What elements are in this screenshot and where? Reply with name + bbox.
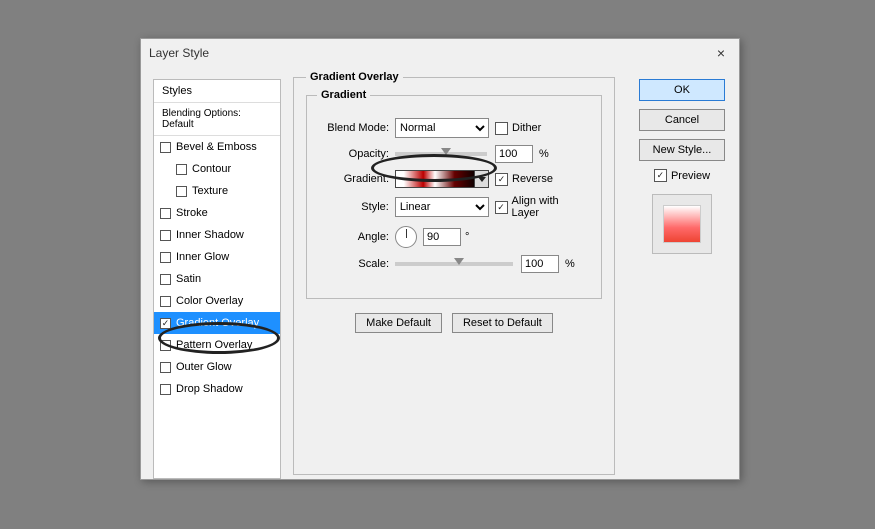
style-bevel-emboss[interactable]: Bevel & Emboss <box>154 136 280 158</box>
right-buttons: OK Cancel New Style... Preview <box>639 79 725 254</box>
titlebar: Layer Style × <box>141 39 739 67</box>
gradient-overlay-panel: Gradient Overlay Gradient Blend Mode: No… <box>293 71 615 475</box>
checkbox-icon[interactable] <box>176 186 187 197</box>
style-inner-glow[interactable]: Inner Glow <box>154 246 280 268</box>
preview-swatch-box <box>652 194 712 254</box>
gradient-preview <box>396 171 474 187</box>
checkbox-icon[interactable] <box>176 164 187 175</box>
reverse-checkbox[interactable]: Reverse <box>495 173 553 186</box>
angle-label: Angle: <box>317 231 389 243</box>
style-select[interactable]: Linear <box>395 197 489 217</box>
style-label: Style: <box>317 201 389 213</box>
inner-legend: Gradient <box>317 89 370 101</box>
dialog-title: Layer Style <box>149 46 209 60</box>
style-stroke[interactable]: Stroke <box>154 202 280 224</box>
styles-list: Styles Blending Options: Default Bevel &… <box>153 79 281 479</box>
checkbox-icon <box>495 201 508 214</box>
angle-dial[interactable] <box>395 226 417 248</box>
layer-style-dialog: Layer Style × Styles Blending Options: D… <box>140 38 740 480</box>
style-outer-glow[interactable]: Outer Glow <box>154 356 280 378</box>
preview-checkbox[interactable]: Preview <box>654 169 710 182</box>
blending-options[interactable]: Blending Options: Default <box>154 103 280 136</box>
make-default-button[interactable]: Make Default <box>355 313 442 333</box>
checkbox-icon[interactable] <box>160 208 171 219</box>
preview-swatch <box>663 205 701 243</box>
ok-button[interactable]: OK <box>639 79 725 101</box>
opacity-label: Opacity: <box>317 148 389 160</box>
style-color-overlay[interactable]: Color Overlay <box>154 290 280 312</box>
scale-slider[interactable] <box>395 262 513 266</box>
scale-label: Scale: <box>317 258 389 270</box>
chevron-down-icon[interactable] <box>474 171 488 187</box>
styles-header: Styles <box>154 80 280 103</box>
blend-mode-label: Blend Mode: <box>317 122 389 134</box>
close-icon[interactable]: × <box>711 45 731 61</box>
checkbox-icon[interactable] <box>160 274 171 285</box>
style-inner-shadow[interactable]: Inner Shadow <box>154 224 280 246</box>
checkbox-icon[interactable] <box>160 252 171 263</box>
scale-input[interactable] <box>521 255 559 273</box>
checkbox-icon[interactable] <box>160 384 171 395</box>
style-satin[interactable]: Satin <box>154 268 280 290</box>
checkbox-icon[interactable] <box>160 340 171 351</box>
dither-checkbox[interactable]: Dither <box>495 122 541 135</box>
new-style-button[interactable]: New Style... <box>639 139 725 161</box>
blend-mode-select[interactable]: Normal <box>395 118 489 138</box>
gradient-picker[interactable] <box>395 170 489 188</box>
checkbox-icon <box>654 169 667 182</box>
angle-input[interactable] <box>423 228 461 246</box>
checkbox-icon <box>495 122 508 135</box>
style-gradient-overlay[interactable]: Gradient Overlay <box>154 312 280 334</box>
checkbox-icon[interactable] <box>160 142 171 153</box>
align-checkbox[interactable]: Align with Layer <box>495 195 589 219</box>
gradient-label: Gradient: <box>317 173 389 185</box>
checkbox-icon[interactable] <box>160 318 171 329</box>
opacity-input[interactable] <box>495 145 533 163</box>
checkbox-icon <box>495 173 508 186</box>
checkbox-icon[interactable] <box>160 296 171 307</box>
cancel-button[interactable]: Cancel <box>639 109 725 131</box>
checkbox-icon[interactable] <box>160 362 171 373</box>
opacity-slider[interactable] <box>395 152 487 156</box>
checkbox-icon[interactable] <box>160 230 171 241</box>
panel-legend: Gradient Overlay <box>306 71 403 83</box>
style-contour[interactable]: Contour <box>154 158 280 180</box>
style-drop-shadow[interactable]: Drop Shadow <box>154 378 280 400</box>
reset-default-button[interactable]: Reset to Default <box>452 313 553 333</box>
gradient-group: Gradient Blend Mode: Normal Dither Opaci… <box>306 89 602 299</box>
style-texture[interactable]: Texture <box>154 180 280 202</box>
style-pattern-overlay[interactable]: Pattern Overlay <box>154 334 280 356</box>
